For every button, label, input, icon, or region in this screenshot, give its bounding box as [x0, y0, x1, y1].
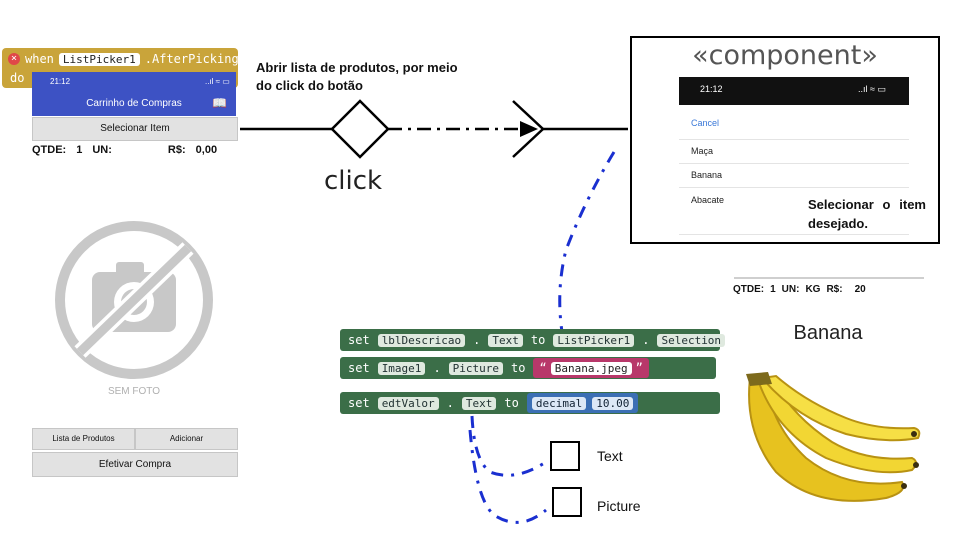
- select-item-button[interactable]: Selecionar Item: [32, 117, 238, 141]
- source-property-chip[interactable]: Selection: [657, 333, 726, 347]
- text-literal-block[interactable]: “ Banana.jpeg ”: [533, 358, 649, 378]
- qtde-label: QTDE:: [32, 144, 67, 156]
- no-photo-icon: [55, 221, 213, 379]
- click-guard-label: click: [324, 166, 383, 196]
- property-chip[interactable]: Picture: [448, 361, 504, 375]
- no-photo-label: SEM FOTO: [107, 386, 161, 397]
- to-keyword: to: [504, 396, 519, 410]
- phone-time: 21:12: [50, 77, 71, 86]
- component-stereotype: «component»: [692, 40, 878, 71]
- set-image-block[interactable]: set Image1 . Picture to “ Banana.jpeg ”: [340, 357, 716, 379]
- text-value[interactable]: Banana.jpeg: [550, 361, 632, 375]
- result-divider: [734, 277, 924, 279]
- event-block-header: × when ListPicker1 .AfterPicking: [8, 52, 239, 66]
- error-icon: ×: [8, 53, 20, 65]
- ios-status: ..ıl ≈ ▭: [858, 84, 886, 94]
- list-item[interactable]: Maça: [691, 146, 713, 156]
- book-icon[interactable]: 📖: [212, 96, 227, 110]
- property-chip[interactable]: Text: [488, 333, 523, 347]
- decision-diamond: [330, 99, 390, 159]
- divider: [679, 187, 909, 188]
- ios-time: 21:12: [700, 84, 723, 94]
- math-block[interactable]: decimal 10.00: [526, 393, 639, 413]
- list-item[interactable]: Banana: [691, 170, 722, 180]
- set-keyword: set: [348, 361, 370, 375]
- number-value[interactable]: 10.00: [592, 396, 634, 410]
- target-chip[interactable]: edtValor: [377, 396, 439, 410]
- set-value-block[interactable]: set edtValor . Text to decimal 10.00: [340, 392, 720, 414]
- event-name: .AfterPicking: [144, 52, 239, 66]
- rs-value: 0,00: [195, 144, 218, 156]
- qtde-value: 1: [770, 284, 776, 295]
- source-chip[interactable]: ListPicker1: [553, 333, 635, 347]
- result-quantity-row: QTDE: 1 UN: KG R$: 20: [733, 284, 866, 295]
- quantity-row: QTDE: 1 UN: R$: 0,00: [32, 144, 217, 156]
- when-keyword: when: [25, 52, 54, 66]
- product-name: Banana: [793, 322, 863, 344]
- text-checkbox-label: Text: [597, 448, 623, 464]
- un-label: UN:: [781, 284, 800, 295]
- to-keyword: to: [530, 333, 546, 347]
- un-value: KG: [805, 284, 821, 295]
- un-spacer: [122, 144, 158, 156]
- rs-label: R$:: [167, 144, 186, 156]
- quote-open: “: [539, 361, 547, 375]
- list-item[interactable]: Abacate: [691, 195, 724, 205]
- dashed-link-picture: [468, 429, 547, 524]
- divider: [679, 139, 909, 140]
- divider: [679, 163, 909, 164]
- picture-checkbox[interactable]: [552, 487, 582, 517]
- rs-value: 20: [854, 284, 866, 295]
- app-title: Carrinho de Compras: [86, 98, 182, 109]
- set-keyword: set: [348, 396, 370, 410]
- qtde-value: 1: [76, 144, 83, 156]
- set-label-block[interactable]: set lblDescricao . Text to ListPicker1 .…: [340, 329, 726, 351]
- qtde-label: QTDE:: [733, 284, 765, 295]
- dot: .: [473, 333, 481, 347]
- quote-close: ”: [635, 361, 643, 375]
- do-keyword: do: [10, 71, 25, 85]
- set-keyword: set: [348, 333, 370, 347]
- checkout-button[interactable]: Efetivar Compra: [32, 452, 238, 477]
- to-keyword: to: [511, 361, 526, 375]
- select-item-note: Selecionar o item desejado.: [808, 197, 926, 231]
- product-list-button[interactable]: Lista de Produtos: [32, 428, 135, 450]
- rs-label: R$:: [826, 284, 843, 295]
- dashed-link-text: [470, 415, 547, 477]
- target-chip[interactable]: lblDescricao: [377, 333, 466, 347]
- divider: [679, 234, 909, 235]
- property-chip[interactable]: Text: [461, 396, 497, 410]
- add-button[interactable]: Adicionar: [135, 428, 238, 450]
- phone-status: ..ıl ≈ ▭: [205, 77, 230, 86]
- dot: .: [446, 396, 454, 410]
- dot: .: [642, 333, 650, 347]
- banana-image: [746, 372, 921, 502]
- number-type-chip[interactable]: decimal: [531, 396, 587, 410]
- un-label: UN:: [92, 144, 112, 156]
- target-chip[interactable]: Image1: [377, 361, 426, 375]
- component-chip[interactable]: ListPicker1: [58, 52, 140, 66]
- text-checkbox[interactable]: [550, 441, 580, 471]
- picture-checkbox-label: Picture: [597, 498, 641, 514]
- dashed-link-component: [558, 151, 616, 333]
- cancel-button[interactable]: Cancel: [691, 118, 719, 128]
- open-list-note: Abrir lista de produtos, por meio do cli…: [256, 60, 458, 93]
- dot: .: [433, 361, 441, 375]
